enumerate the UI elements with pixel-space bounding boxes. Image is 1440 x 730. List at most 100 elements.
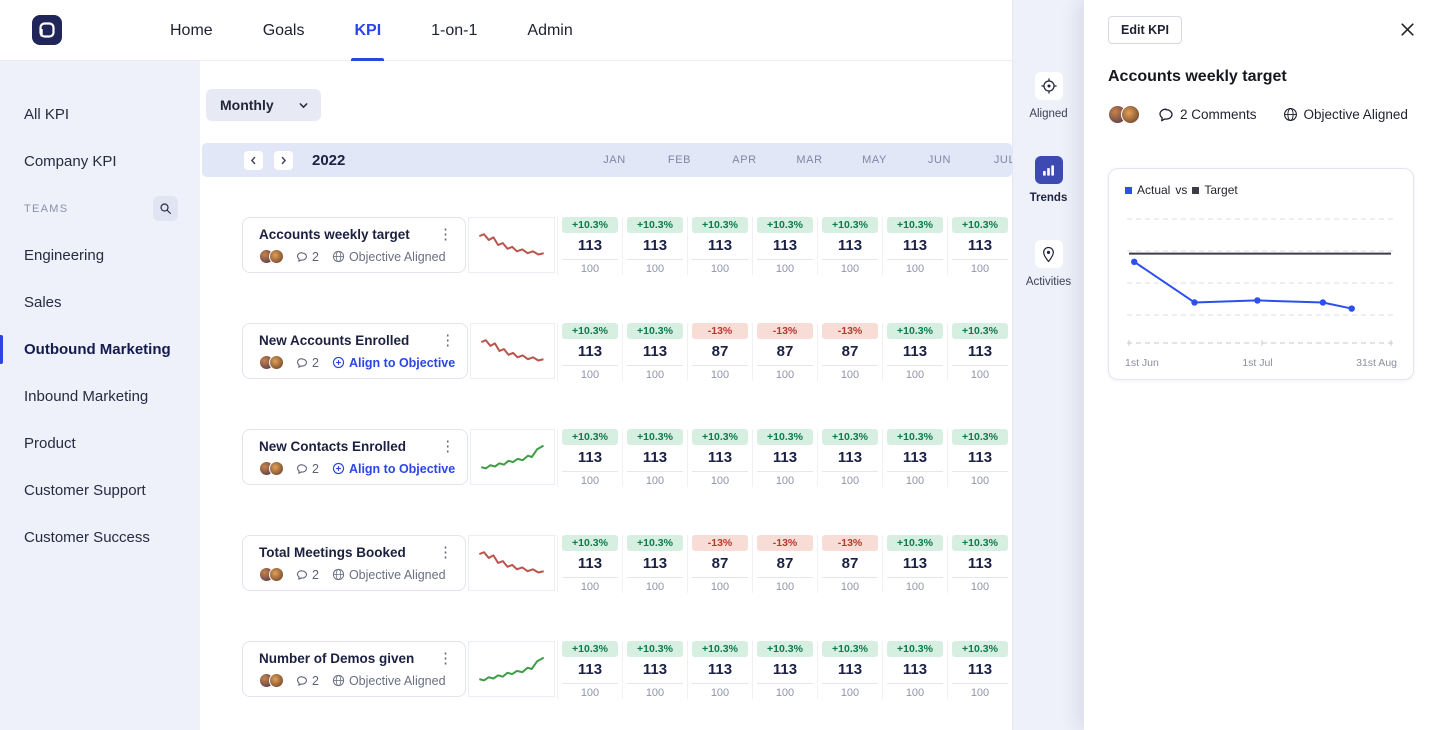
kpi-cell[interactable]: -13%87100 (817, 323, 882, 381)
kpi-cell[interactable]: +10.3%113100 (947, 429, 1012, 487)
align-to-objective-link[interactable]: Align to Objective (332, 356, 455, 370)
kpi-cell[interactable]: +10.3%113100 (882, 323, 947, 381)
sidebar-item-customer-support[interactable]: Customer Support (0, 467, 200, 514)
target-value: 100 (822, 471, 878, 487)
kpi-cell[interactable]: -13%87100 (752, 535, 817, 593)
nav-item-goals[interactable]: Goals (263, 0, 305, 61)
kpi-cell[interactable]: +10.3%113100 (687, 641, 752, 699)
kebab-menu-icon[interactable]: ⋮ (440, 439, 455, 454)
kpi-cell[interactable]: +10.3%113100 (817, 641, 882, 699)
comment-count[interactable]: 2 (296, 356, 319, 370)
kpi-cell[interactable]: +10.3%113100 (947, 641, 1012, 699)
kpi-card[interactable]: New Contacts Enrolled ⋮ 2 Align to Objectiv… (242, 429, 468, 485)
nav-item-1on1[interactable]: 1-on-1 (431, 0, 477, 61)
kpi-cell[interactable]: +10.3%113100 (557, 217, 622, 275)
actual-value: 113 (883, 343, 947, 360)
sidebar-item-company-kpi[interactable]: Company KPI (0, 138, 200, 185)
kpi-cell[interactable]: +10.3%113100 (622, 535, 687, 593)
kpi-cell[interactable]: -13%87100 (752, 323, 817, 381)
avatar-group (259, 461, 284, 476)
kpi-cell[interactable]: -13%87100 (687, 323, 752, 381)
comment-count[interactable]: 2 (296, 250, 319, 264)
kpi-card[interactable]: Accounts weekly target⋮2Objective Aligne… (242, 217, 466, 273)
month-label: JAN (582, 154, 647, 166)
period-selector-dropdown[interactable]: Monthly (206, 89, 321, 121)
align-to-objective-link[interactable]: Align to Objective (332, 462, 455, 476)
kpi-cell[interactable]: +10.3%113100 (882, 535, 947, 593)
kpi-cell[interactable]: +10.3%113100 (557, 535, 622, 593)
delta-badge: +10.3% (822, 641, 878, 657)
period-selector-value: Monthly (220, 97, 274, 113)
actual-value: 113 (818, 237, 882, 254)
kpi-cell[interactable]: +10.3%113100 (622, 429, 687, 487)
nav-item-admin[interactable]: Admin (527, 0, 572, 61)
kpi-cell[interactable]: +10.3%113100 (752, 217, 817, 275)
sidebar-item-outbound-marketing[interactable]: Outbound Marketing (0, 326, 200, 373)
kpi-cell[interactable]: +10.3%113100 (947, 535, 1012, 593)
kebab-menu-icon[interactable]: ⋮ (438, 651, 453, 666)
kebab-menu-icon[interactable]: ⋮ (438, 545, 453, 560)
comment-count[interactable]: 2 (296, 568, 319, 582)
trend-chart-card: Actual vs Target 1st Jun 1st Jul 31st Au… (1108, 168, 1414, 380)
kpi-title[interactable]: New Accounts Enrolled (259, 333, 409, 348)
kpi-cell[interactable]: +10.3%113100 (557, 641, 622, 699)
kpi-cell[interactable]: +10.3%113100 (817, 217, 882, 275)
kpi-cell[interactable]: +10.3%113100 (622, 323, 687, 381)
kpi-cell[interactable]: +10.3%113100 (817, 429, 882, 487)
kpi-card[interactable]: New Accounts Enrolled ⋮ 2 Align to Objectiv… (242, 323, 468, 379)
kebab-menu-icon[interactable]: ⋮ (440, 333, 455, 348)
comment-count[interactable]: 2 (296, 674, 319, 688)
kpi-cell[interactable]: +10.3%113100 (947, 217, 1012, 275)
nav-item-home[interactable]: Home (170, 0, 213, 61)
kpi-cell[interactable]: +10.3%113100 (622, 641, 687, 699)
kpi-cell[interactable]: +10.3%113100 (557, 323, 622, 381)
delta-badge: +10.3% (692, 429, 748, 445)
kpi-cell[interactable]: +10.3%113100 (687, 217, 752, 275)
delta-badge: +10.3% (952, 217, 1008, 233)
sidebar-item-inbound-marketing[interactable]: Inbound Marketing (0, 373, 200, 420)
sparkline-chart (468, 641, 555, 697)
legend-swatch-actual (1125, 187, 1132, 194)
sidebar-item-sales[interactable]: Sales (0, 279, 200, 326)
kpi-cell[interactable]: -13%87100 (817, 535, 882, 593)
prev-year-button[interactable] (244, 151, 263, 170)
kpi-title[interactable]: Accounts weekly target (259, 227, 410, 242)
target-value: 100 (627, 471, 683, 487)
kpi-title[interactable]: Total Meetings Booked (259, 545, 406, 560)
kpi-cell[interactable]: -13%87100 (687, 535, 752, 593)
sidebar-item-product[interactable]: Product (0, 420, 200, 467)
kpi-title[interactable]: Number of Demos given (259, 651, 414, 666)
sidebar-item-engineering[interactable]: Engineering (0, 232, 200, 279)
app-logo-icon[interactable] (32, 15, 62, 45)
kpi-cell[interactable]: +10.3%113100 (687, 429, 752, 487)
avatar (269, 355, 284, 370)
kpi-cell[interactable]: +10.3%113100 (622, 217, 687, 275)
comments-link[interactable]: 2 Comments (1158, 107, 1257, 123)
rail-item-activities[interactable]: Activities (1026, 240, 1071, 288)
edit-kpi-button[interactable]: Edit KPI (1108, 16, 1182, 44)
rail-item-trends[interactable]: Trends (1030, 156, 1068, 204)
next-year-button[interactable] (274, 151, 293, 170)
kpi-cell[interactable]: +10.3%113100 (882, 641, 947, 699)
kpi-title[interactable]: New Contacts Enrolled (259, 439, 406, 454)
kpi-cell[interactable]: +10.3%113100 (752, 641, 817, 699)
nav-item-kpi[interactable]: KPI (354, 0, 381, 61)
month-label: JUN (907, 154, 972, 166)
kebab-menu-icon[interactable]: ⋮ (438, 227, 453, 242)
rail-item-aligned[interactable]: Aligned (1029, 72, 1067, 120)
search-button[interactable] (153, 196, 178, 221)
comment-count[interactable]: 2 (296, 462, 319, 476)
kpi-card[interactable]: Total Meetings Booked⋮2Objective Aligned (242, 535, 466, 591)
close-icon[interactable] (1399, 21, 1416, 43)
kpi-card[interactable]: Number of Demos given⋮2Objective Aligned (242, 641, 466, 697)
actual-value: 113 (883, 237, 947, 254)
target-value: 100 (952, 577, 1008, 593)
kpi-cell[interactable]: +10.3%113100 (947, 323, 1012, 381)
kpi-cell[interactable]: +10.3%113100 (882, 217, 947, 275)
sidebar-item-all-kpi[interactable]: All KPI (0, 91, 200, 138)
kpi-cell[interactable]: +10.3%113100 (557, 429, 622, 487)
kpi-cell[interactable]: +10.3%113100 (752, 429, 817, 487)
chart-x-axis-labels: 1st Jun 1st Jul 31st Aug (1125, 357, 1397, 369)
sidebar-item-customer-success[interactable]: Customer Success (0, 514, 200, 561)
kpi-cell[interactable]: +10.3%113100 (882, 429, 947, 487)
